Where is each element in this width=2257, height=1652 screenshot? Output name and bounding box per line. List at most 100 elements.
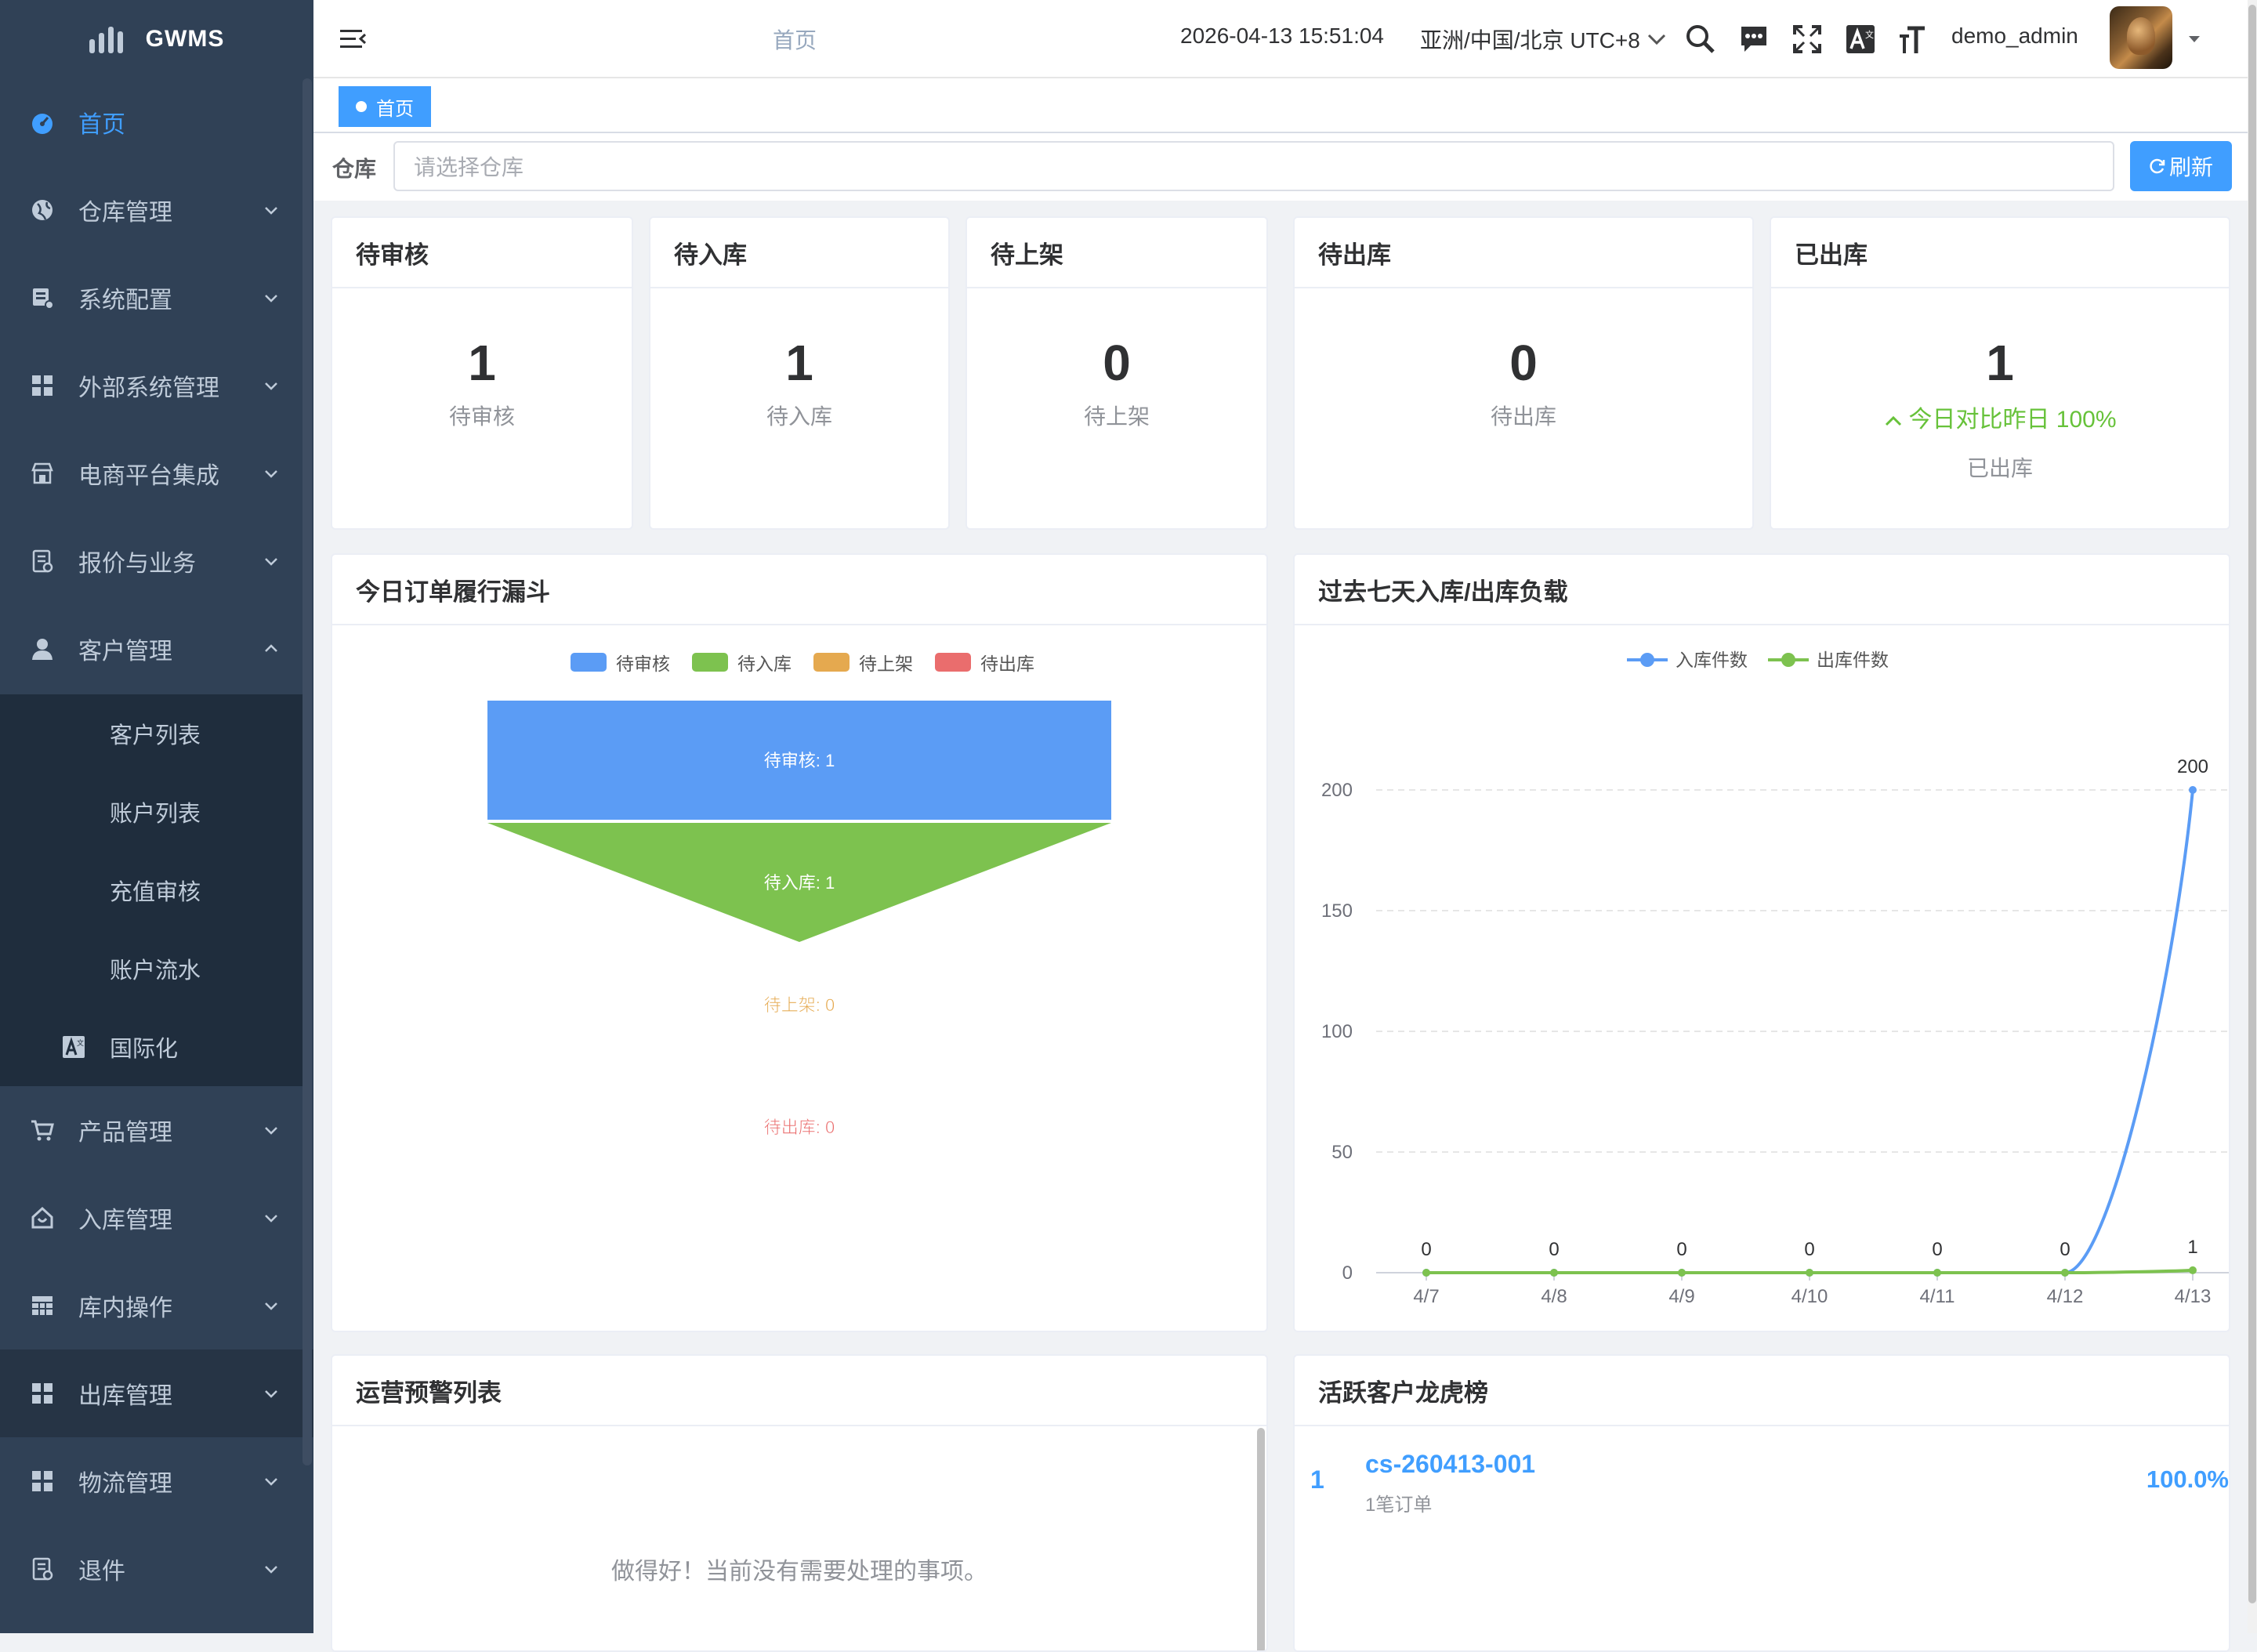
message-icon[interactable] [1737, 22, 1771, 56]
sidebar-item-label: 库内操作 [78, 1295, 172, 1321]
chevron-down-icon [265, 207, 277, 215]
chevron-up-icon [265, 644, 277, 652]
chevron-down-icon [265, 1215, 277, 1223]
warehouse-select[interactable]: 请选择仓库 [393, 141, 2114, 191]
stat-card-pending-outbound[interactable]: 待出库 0 待出库 [1293, 216, 1754, 530]
data-label: 0 [1421, 1239, 1431, 1260]
alerts-panel: 运营预警列表 做得好！当前没有需要处理的事项。 [331, 1354, 1268, 1652]
table-icon [32, 1296, 53, 1315]
sidebar-subitem-4[interactable]: 文 国际化 [0, 1008, 307, 1086]
data-point[interactable] [2061, 1269, 2069, 1277]
data-point[interactable] [2189, 786, 2197, 794]
data-point[interactable] [1550, 1269, 1558, 1277]
sidebar-item-label: 首页 [78, 112, 125, 138]
data-label: 0 [1932, 1239, 1942, 1260]
sidebar-item-10[interactable]: 出库管理 [0, 1349, 313, 1437]
tags-view: 首页 [313, 78, 2248, 133]
rank-number: 1 [1310, 1465, 1324, 1494]
hamburger-icon[interactable] [337, 22, 371, 56]
alerts-scrollbar[interactable] [1257, 1428, 1265, 1650]
chevron-down-icon [265, 470, 277, 478]
sidebar-subitem-0[interactable]: 客户列表 [0, 694, 307, 773]
sidebar-item-label: 系统配置 [78, 288, 172, 313]
sidebar-item-5[interactable]: 报价与业务 [0, 517, 313, 605]
breadcrumb[interactable]: 首页 [773, 24, 817, 55]
sidebar-item-2[interactable]: 系统配置 [0, 254, 313, 342]
brand-name: GWMS [145, 26, 225, 52]
stat-card-pending-shelving[interactable]: 待上架 0 待上架 [965, 216, 1268, 530]
translate-icon[interactable]: 文 [1843, 22, 1878, 56]
fullscreen-icon[interactable] [1790, 22, 1824, 56]
data-point[interactable] [1422, 1269, 1430, 1277]
stat-title: 待上架 [967, 218, 1266, 288]
stat-card-shipped[interactable]: 已出库 1 今日对比昨日 100% 已出库 [1770, 216, 2230, 530]
order-count: 1笔订单 [1365, 1494, 1433, 1516]
chevron-down-icon[interactable] [1646, 28, 1668, 50]
sidebar-subitem-2[interactable]: 充值审核 [0, 851, 307, 929]
translate-icon: 文 [63, 1036, 85, 1058]
sidebar-subitem-1[interactable]: 账户列表 [0, 773, 307, 851]
sidebar-item-12[interactable]: 退件 [0, 1525, 313, 1613]
sidebar-item-0[interactable]: 首页 [0, 78, 313, 166]
timezone-select[interactable]: 亚洲/中国/北京 UTC+8 [1420, 24, 1640, 55]
stat-value: 1 [1986, 335, 2014, 391]
warehouse-placeholder: 请选择仓库 [414, 155, 524, 179]
data-label: 0 [1804, 1239, 1814, 1260]
avatar[interactable] [2110, 6, 2172, 69]
sidebar-item-1[interactable]: 仓库管理 [0, 166, 313, 254]
svg-text:文: 文 [77, 1038, 84, 1048]
page-scrollbar[interactable] [2248, 0, 2257, 1633]
chevron-down-icon [265, 382, 277, 390]
funnel-title: 今日订单履行漏斗 [332, 555, 1266, 625]
data-label: 0 [1676, 1239, 1686, 1260]
username[interactable]: demo_admin [1951, 24, 2078, 49]
search-icon[interactable] [1683, 22, 1718, 56]
line-chart: 入库件数 出库件数0501001502004/7 4/8 4/9 4/10 4/11 4/1… [1321, 650, 2229, 1307]
logo-icon [89, 25, 124, 53]
user-icon [32, 639, 53, 660]
sidebar-item-3[interactable]: 外部系统管理 [0, 342, 313, 429]
data-point[interactable] [1678, 1269, 1686, 1277]
rank-panel: 活跃客户龙虎榜 1 cs-260413-001 1笔订单 100.0% [1293, 1354, 2230, 1652]
chevron-up-icon [1886, 415, 1902, 426]
sidebar-subitem-label: 账户流水 [110, 958, 201, 984]
customer-code[interactable]: cs-260413-001 [1365, 1450, 1535, 1479]
data-point[interactable] [1806, 1269, 1813, 1277]
legend-label: 入库件数 [1676, 650, 1748, 670]
x-tick-label: 4/10 [1791, 1286, 1828, 1307]
y-tick-label: 50 [1331, 1142, 1353, 1163]
sidebar-item-9[interactable]: 库内操作 [0, 1262, 313, 1349]
sidebar-item-8[interactable]: 入库管理 [0, 1174, 313, 1262]
x-tick-label: 4/12 [2047, 1286, 2084, 1307]
sidebar-item-label: 退件 [78, 1559, 125, 1585]
sidebar-subitem-3[interactable]: 账户流水 [0, 929, 307, 1008]
page-scrollbar-thumb[interactable] [2248, 5, 2256, 1603]
sidebar-item-11[interactable]: 物流管理 [0, 1437, 313, 1525]
font-size-icon[interactable] [1897, 22, 1931, 56]
y-tick-label: 0 [1342, 1263, 1353, 1284]
sidebar-subitem-label: 国际化 [110, 1037, 179, 1062]
chevron-down-icon [265, 1302, 277, 1310]
stat-title: 已出库 [1771, 218, 2229, 288]
y-tick-label: 150 [1321, 900, 1353, 922]
caret-down-icon[interactable] [2186, 31, 2202, 47]
sidebar-scrollbar[interactable] [303, 78, 312, 1465]
sidebar-item-label: 仓库管理 [78, 200, 172, 226]
stat-label: 待审核 [448, 404, 515, 429]
data-point[interactable] [1933, 1269, 1941, 1277]
sidebar-item-6[interactable]: 客户管理 [0, 605, 313, 693]
data-point[interactable] [2189, 1266, 2197, 1274]
sidebar-item-4[interactable]: 电商平台集成 [0, 429, 313, 517]
warehouse-filter: 仓库 请选择仓库 刷新 [313, 133, 2248, 201]
doc-icon [32, 1557, 53, 1581]
legend-marker [1640, 653, 1654, 667]
funnel-label: 待审核: 1 [764, 751, 835, 770]
stat-card-pending-inbound[interactable]: 待入库 1 待入库 [649, 216, 950, 530]
refresh-button[interactable]: 刷新 [2130, 141, 2232, 191]
tag-home[interactable]: 首页 [339, 86, 431, 127]
sidebar-item-label: 电商平台集成 [78, 463, 219, 489]
sidebar-item-7[interactable]: 产品管理 [0, 1086, 313, 1174]
stat-card-pending-review[interactable]: 待审核 1 待审核 [331, 216, 633, 530]
shop-icon [31, 462, 53, 484]
brand[interactable]: GWMS [0, 0, 313, 78]
